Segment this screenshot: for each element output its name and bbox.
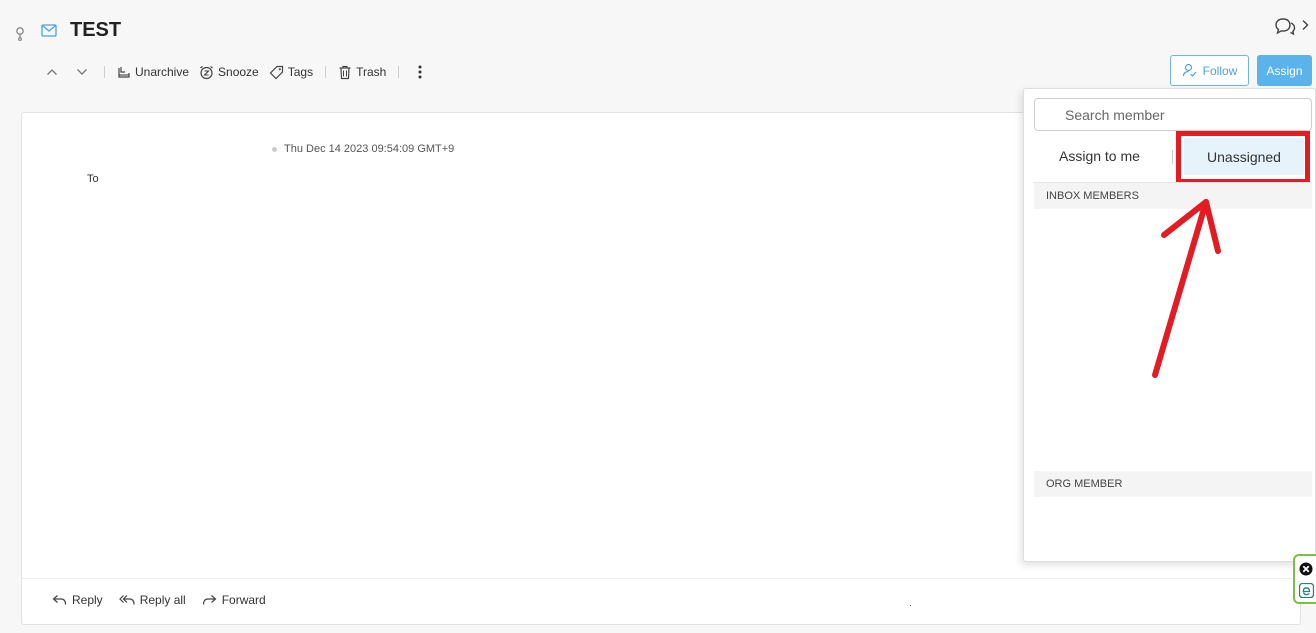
search-icon — [1044, 108, 1058, 122]
annotation-arrow-icon — [1140, 190, 1240, 390]
follow-label: Follow — [1202, 63, 1238, 78]
unarchive-icon — [118, 67, 130, 78]
trash-button[interactable]: Trash — [338, 65, 386, 80]
chevron-right-icon[interactable] — [1300, 19, 1310, 31]
chevron-up-icon — [47, 69, 57, 75]
trash-label: Trash — [356, 65, 387, 79]
snooze-label: Snooze — [218, 65, 259, 79]
trash-icon — [339, 65, 351, 79]
reply-all-button[interactable]: Reply all — [118, 593, 186, 607]
message-date-text: Thu Dec 14 2023 09:54:09 GMT+9 — [284, 143, 455, 155]
message-date: Thu Dec 14 2023 09:54:09 GMT+9 — [272, 143, 454, 155]
follow-button[interactable]: Follow — [1170, 55, 1249, 86]
message-actions: Reply Reply all Forward — [52, 593, 266, 607]
alarm-clock-icon — [200, 65, 213, 79]
snooze-button[interactable]: Snooze — [199, 65, 259, 80]
assign-button[interactable]: Assign — [1257, 55, 1312, 86]
search-member-input[interactable] — [1034, 98, 1312, 131]
divider — [325, 66, 327, 78]
reply-icon — [52, 595, 67, 605]
reply-all-icon — [118, 595, 135, 605]
reply-label: Reply — [72, 593, 103, 607]
forward-label: Forward — [221, 593, 266, 607]
divider — [22, 578, 1300, 579]
forward-button[interactable]: Forward — [202, 593, 266, 607]
forward-icon — [202, 595, 217, 605]
tag-icon — [269, 65, 283, 79]
speck — [910, 605, 911, 606]
extension-badge[interactable] — [1293, 554, 1316, 604]
chat-bubbles-icon[interactable] — [1274, 17, 1296, 37]
page-title: TEST — [70, 19, 122, 41]
unarchive-label: Unarchive — [135, 65, 190, 79]
previous-button[interactable] — [46, 67, 58, 77]
to-label: To — [87, 173, 99, 185]
highlight-box — [1176, 131, 1310, 184]
divider — [104, 66, 105, 78]
chevron-down-icon — [77, 69, 87, 75]
close-circle-icon — [1299, 562, 1313, 576]
extension-logo-icon — [1299, 583, 1314, 598]
unarchive-button[interactable]: Unarchive — [117, 65, 189, 79]
reply-all-label: Reply all — [139, 593, 186, 607]
divider — [398, 66, 400, 78]
divider — [1172, 150, 1173, 164]
more-options-button[interactable] — [417, 64, 423, 80]
reply-button[interactable]: Reply — [52, 593, 103, 607]
tags-button[interactable]: Tags — [269, 65, 313, 80]
envelope-icon — [41, 24, 57, 37]
assign-to-me-option[interactable]: Assign to me — [1059, 148, 1140, 164]
org-member-header: ORG MEMBER — [1034, 471, 1312, 497]
toolbar: Unarchive Snooze Tags Trash — [46, 61, 423, 83]
tags-label: Tags — [287, 65, 314, 79]
dot-icon — [272, 146, 277, 152]
user-follow-icon — [1182, 63, 1197, 77]
more-vertical-icon — [418, 65, 422, 79]
next-button[interactable] — [76, 67, 88, 77]
pin-icon[interactable] — [14, 26, 26, 42]
